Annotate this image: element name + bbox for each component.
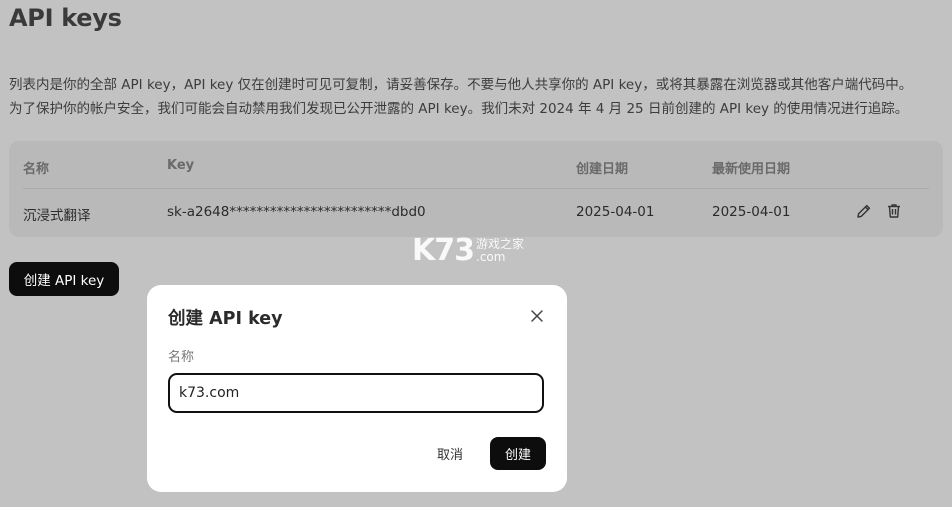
page-description-line-1: 列表内是你的全部 API key，API key 仅在创建时可见可复制，请妥善保… [9,77,913,93]
watermark-logo: K73 [412,233,475,268]
modal-title: 创建 API key [168,309,283,329]
header-name: 名称 [23,162,50,177]
table-divider [23,188,929,189]
row-last-used: 2025-04-01 [712,204,791,220]
page-title: API keys [9,4,122,32]
watermark: K73 游戏之家 .com [412,236,524,266]
create-api-key-button[interactable]: 创建 API key [9,262,119,296]
row-created: 2025-04-01 [576,204,655,220]
row-name: 沉浸式翻译 [23,208,91,224]
header-last-used: 最新使用日期 [712,162,791,177]
create-api-key-modal: 创建 API key 名称 取消 创建 [147,285,567,492]
close-icon[interactable] [528,307,546,325]
header-created: 创建日期 [576,162,629,177]
cancel-button[interactable]: 取消 [421,437,479,470]
pencil-icon[interactable] [855,202,873,220]
page-description-line-2: 为了保护你的帐户安全，我们可能会自动禁用我们发现已公开泄露的 API key。我… [9,101,909,117]
row-actions [855,202,903,220]
watermark-line-2: .com [476,250,506,264]
api-keys-table: 名称 Key 创建日期 最新使用日期 沉浸式翻译 sk-a2648*******… [9,141,943,237]
name-input[interactable] [168,373,544,413]
trash-icon[interactable] [885,202,903,220]
name-field-label: 名称 [168,350,195,365]
confirm-create-button[interactable]: 创建 [490,437,546,470]
watermark-side: 游戏之家 .com [476,238,524,263]
header-key: Key [167,158,195,173]
row-key: sk-a2648************************dbd0 [167,204,426,220]
